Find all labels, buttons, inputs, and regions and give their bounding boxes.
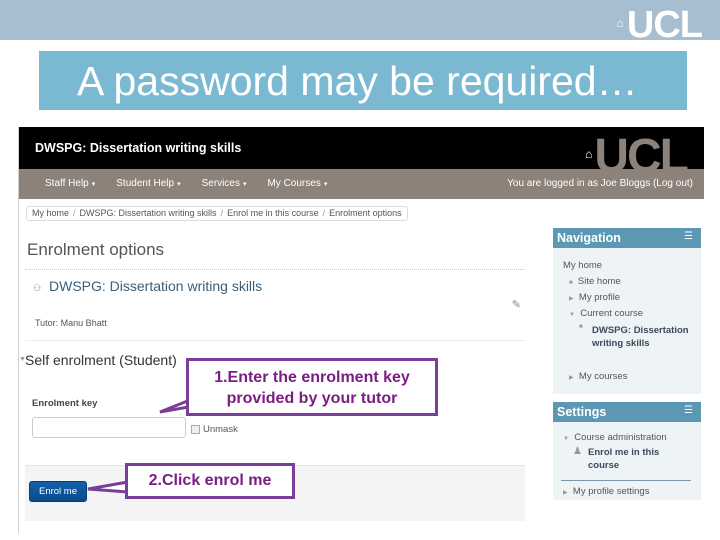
slide-title-box: A password may be required… [39, 51, 687, 110]
site-course-title[interactable]: DWSPG: Dissertation writing skills [35, 141, 241, 155]
enrolment-key-label: Enrolment key [32, 398, 98, 409]
breadcrumb-enrolment-options[interactable]: Enrolment options [329, 208, 402, 218]
breadcrumb-my-home[interactable]: My home [32, 208, 69, 218]
divider [561, 480, 691, 481]
menu-label: Student Help [116, 178, 175, 189]
page-heading: Enrolment options [27, 240, 165, 259]
nav-label: DWSPG: Dissertation writing skills [592, 325, 689, 349]
breadcrumb-separator: / [322, 208, 326, 218]
bullet-square-icon: ■ [569, 280, 573, 286]
divider [25, 269, 525, 270]
dock-icon[interactable]: ☰ [684, 405, 693, 416]
menu-services[interactable]: Services ▾ [202, 178, 247, 189]
nav-item-site-home[interactable]: ■ Site home [569, 276, 621, 287]
course-summary-box: ⚇ DWSPG: Dissertation writing skills ✎ T… [25, 271, 525, 335]
nav-item-my-home[interactable]: My home [563, 260, 602, 271]
course-tutor: Tutor: Manu Bhatt [35, 318, 107, 328]
nav-label: My profile [578, 292, 621, 303]
settings-block: Settings ☰ ▼ Course administration ♟ Enro… [553, 402, 701, 500]
breadcrumb-separator: / [73, 208, 76, 218]
slide-ucl-logo: ⌂ UCL [616, 4, 703, 46]
breadcrumb-enrol[interactable]: Enrol me in this course [227, 208, 319, 218]
menu-my-courses[interactable]: My Courses ▾ [267, 178, 327, 189]
nav-item-current-course-name[interactable]: ■ DWSPG: Dissertation writing skills [579, 324, 691, 350]
slide-title: A password may be required… [77, 58, 638, 104]
nav-label: Site home [577, 276, 621, 287]
site-navbar: Staff Help ▾ Student Help ▾ Services ▾ My C… [19, 169, 704, 199]
bullet-square-icon: ■ [579, 324, 583, 330]
nav-item-current-course[interactable]: ▼ Current course [569, 308, 643, 319]
navigation-block-header: Navigation ☰ [553, 228, 701, 248]
ucl-logo-text: UCL [626, 4, 703, 46]
enrolment-key-input[interactable] [32, 417, 186, 438]
nav-label: My courses [578, 371, 628, 382]
menu-label: Services [201, 178, 240, 189]
unmask-checkbox[interactable] [191, 425, 200, 434]
site-header: DWSPG: Dissertation writing skills ⌂ UCL [19, 127, 704, 181]
breadcrumb-course[interactable]: DWSPG: Dissertation writing skills [80, 208, 217, 218]
divider [25, 340, 525, 341]
settings-block-header: Settings ☰ [553, 402, 701, 422]
ucl-portico-icon: ⌂ [585, 147, 593, 161]
course-icon: ⚇ [33, 283, 42, 293]
self-enrolment-title: Self enrolment (Student) [25, 352, 177, 368]
navigation-block: Navigation ☰ My home ■ Site home ▶ My pr… [553, 228, 701, 394]
nav-label: My home [563, 260, 603, 271]
collapse-triangle-icon: ▼ [19, 356, 26, 363]
settings-label: Course administration [574, 432, 667, 443]
callout-step-1: 1.Enter the enrolment key provided by yo… [186, 358, 438, 416]
caret-down-icon: ▾ [323, 181, 328, 188]
settings-item-enrol-me[interactable]: ♟ Enrol me in this course [573, 446, 683, 472]
self-enrolment-heading[interactable]: ▼ Self enrolment (Student) [19, 352, 177, 368]
collapse-arrow-icon: ▼ [569, 312, 575, 318]
nav-label: Current course [580, 308, 644, 319]
breadcrumb: My home / DWSPG: Dissertation writing skil… [26, 206, 408, 221]
dock-icon[interactable]: ☰ [684, 231, 693, 242]
expand-arrow-icon: ▶ [569, 296, 574, 302]
user-icon: ♟ [573, 446, 582, 457]
menu-staff-help[interactable]: Staff Help ▾ [45, 178, 95, 189]
nav-item-my-profile[interactable]: ▶ My profile [569, 292, 620, 303]
menu-label: Staff Help [45, 178, 89, 189]
settings-label: Enrol me in this course [588, 447, 660, 471]
enrol-me-button[interactable]: Enrol me [29, 481, 87, 502]
login-info[interactable]: You are logged in as Joe Bloggs (Log out… [507, 178, 693, 189]
caret-down-icon: ▾ [242, 181, 247, 188]
slide-header-band [0, 0, 720, 40]
collapse-arrow-icon: ▼ [563, 436, 569, 442]
expand-arrow-icon: ▶ [563, 490, 568, 496]
custom-menu: Staff Help ▾ Student Help ▾ Services ▾ My C… [45, 178, 327, 189]
menu-student-help[interactable]: Student Help ▾ [116, 178, 180, 189]
edit-icon[interactable]: ✎ [512, 298, 521, 311]
slide: ⌂ UCL A password may be required… DWSPG:… [0, 0, 720, 540]
caret-down-icon: ▾ [177, 181, 181, 188]
breadcrumb-separator: / [220, 208, 224, 218]
settings-block-title: Settings [557, 405, 607, 419]
ucl-portico-icon: ⌂ [616, 16, 624, 30]
caret-down-icon: ▾ [91, 181, 96, 188]
course-name-link[interactable]: DWSPG: Dissertation writing skills [49, 278, 262, 294]
moodle-screenshot: DWSPG: Dissertation writing skills ⌂ UCL… [18, 127, 704, 533]
nav-item-my-courses[interactable]: ▶ My courses [569, 371, 627, 382]
navigation-block-title: Navigation [557, 231, 621, 245]
unmask-option[interactable]: Unmask [191, 424, 238, 435]
menu-label: My Courses [267, 178, 321, 189]
settings-item-my-profile-settings[interactable]: ▶ My profile settings [563, 486, 649, 497]
settings-item-course-admin[interactable]: ▼ Course administration [563, 432, 667, 443]
unmask-label: Unmask [203, 424, 238, 435]
settings-label: My profile settings [572, 486, 650, 497]
expand-arrow-icon: ▶ [569, 375, 574, 381]
callout-step-2: 2.Click enrol me [125, 463, 295, 499]
